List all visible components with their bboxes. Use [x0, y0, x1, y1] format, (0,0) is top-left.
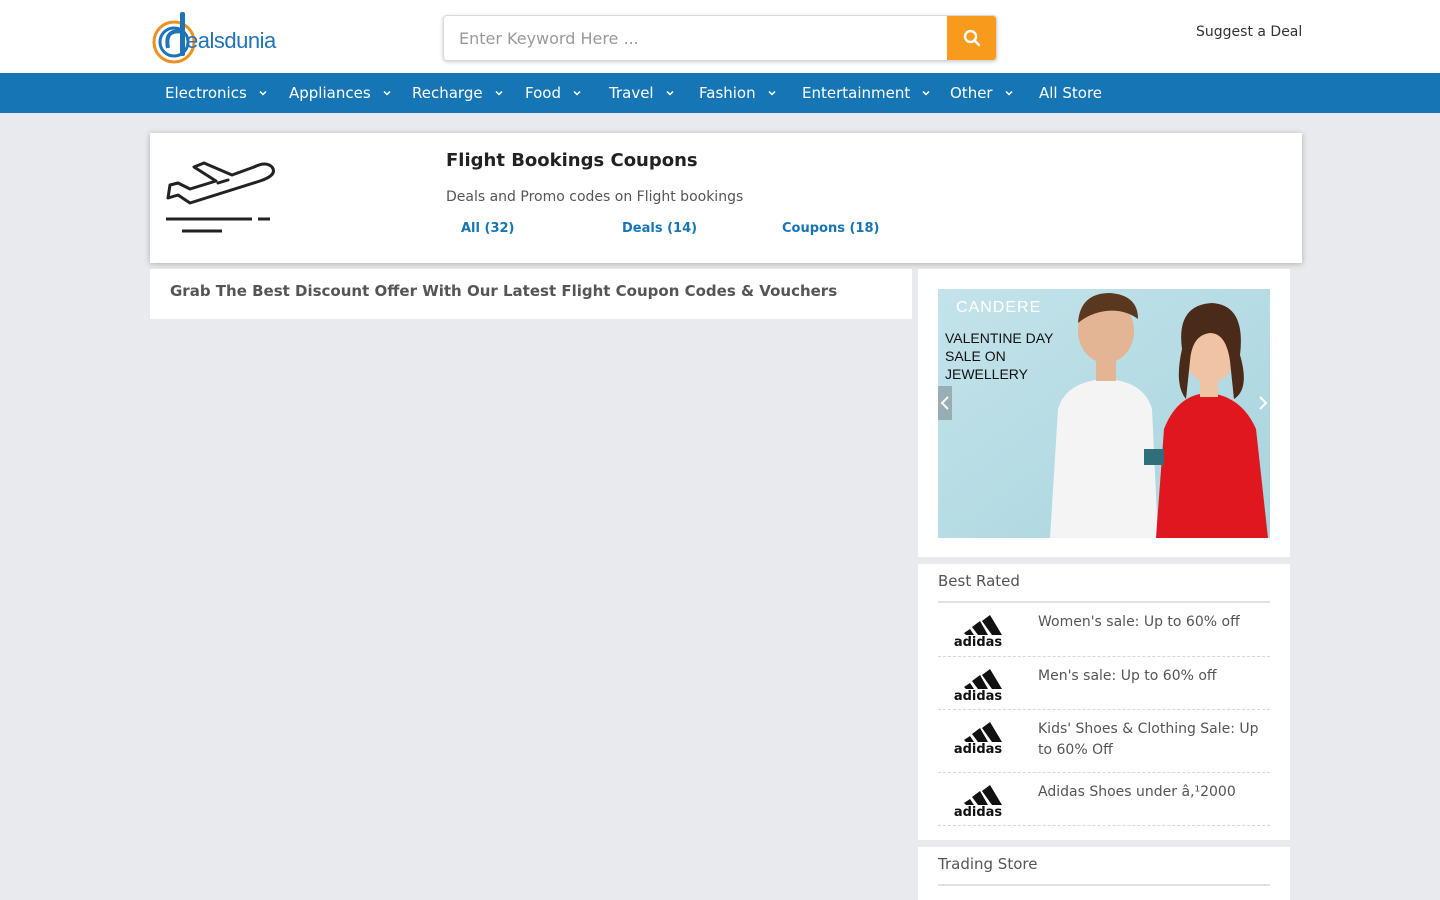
- trading-store-title: Trading Store: [938, 855, 1038, 873]
- nav-item-appliances[interactable]: Appliances: [289, 73, 393, 113]
- nav-item-label: All Store: [1039, 84, 1103, 102]
- adidas-logo-icon: adidas: [954, 669, 1003, 701]
- chevron-left-icon: [940, 396, 949, 410]
- logo-wordmark-text: ealsdunia: [186, 28, 276, 53]
- chevron-right-icon: [1259, 396, 1268, 410]
- best-rated-item[interactable]: adidas Men's sale: Up to 60% off: [938, 657, 1270, 710]
- search-input[interactable]: [444, 16, 948, 60]
- slider-brand-name: CANDERE: [956, 299, 1042, 316]
- search-icon: [963, 29, 981, 47]
- nav-item-label: Recharge: [412, 84, 483, 102]
- slider-caption: VALENTINE DAY SALE ON JEWELLERY: [945, 330, 1054, 382]
- nav-item-electronics[interactable]: Electronics: [165, 73, 269, 113]
- best-rated-item-text: Men's sale: Up to 60% off: [1038, 668, 1217, 684]
- nav-item-fashion[interactable]: Fashion: [699, 73, 778, 113]
- adidas-logo-icon: adidas: [954, 615, 1003, 647]
- chevron-down-icon: [768, 90, 776, 96]
- adidas-logo-icon: adidas: [954, 785, 1003, 817]
- nav-item-all-store[interactable]: All Store: [1039, 73, 1102, 113]
- offers-heading-box: Grab The Best Discount Offer With Our La…: [150, 269, 912, 319]
- nav-item-label: Travel: [609, 84, 654, 102]
- promo-banner-image: [938, 289, 1270, 538]
- nav-item-label: Electronics: [165, 84, 247, 102]
- best-rated-card: Best Rated adidas Women's sale: Up to 60…: [918, 564, 1290, 840]
- nav-item-label: Entertainment: [802, 84, 911, 102]
- main-nav: Electronics Appliances Recharge Food Tra…: [0, 73, 1440, 113]
- nav-item-label: Food: [525, 84, 561, 102]
- promo-slider[interactable]: CANDERE VALENTINE DAY SALE ON JEWELLERY: [938, 289, 1270, 538]
- best-rated-item[interactable]: adidas Women's sale: Up to 60% off: [938, 603, 1270, 657]
- airplane-takeoff-icon: [166, 161, 275, 233]
- search-button[interactable]: [947, 16, 996, 60]
- best-rated-title: Best Rated: [938, 572, 1020, 590]
- svg-text:adidas: adidas: [954, 689, 1003, 701]
- search-bar: [443, 15, 997, 61]
- best-rated-item-text: Kids' Shoes & Clothing Sale: Up to 60% O…: [1038, 721, 1259, 758]
- category-title: Flight Bookings Coupons: [446, 150, 698, 171]
- nav-item-recharge[interactable]: Recharge: [412, 73, 505, 113]
- divider: [938, 884, 1270, 886]
- slider-next-button[interactable]: [1256, 386, 1270, 420]
- suggest-deal-link[interactable]: Suggest a Deal: [1196, 24, 1302, 40]
- chevron-down-icon: [666, 90, 674, 96]
- tab-deals[interactable]: Deals (14): [622, 221, 697, 236]
- nav-item-other[interactable]: Other: [950, 73, 1015, 113]
- chevron-down-icon: [922, 90, 930, 96]
- adidas-logo-icon: adidas: [954, 722, 1003, 754]
- header: ealsdunia Suggest a Deal: [0, 0, 1440, 73]
- svg-text:adidas: adidas: [954, 635, 1003, 647]
- best-rated-item-text: Adidas Shoes under â‚¹2000: [1038, 784, 1236, 800]
- svg-text:adidas: adidas: [954, 805, 1003, 817]
- logo-wordmark: ealsdunia: [186, 28, 276, 54]
- chevron-down-icon: [383, 90, 391, 96]
- chevron-down-icon: [495, 90, 503, 96]
- nav-item-label: Appliances: [289, 84, 371, 102]
- tab-coupons[interactable]: Coupons (18): [782, 221, 879, 236]
- tab-all[interactable]: All (32): [461, 221, 514, 236]
- nav-item-label: Fashion: [699, 84, 756, 102]
- best-rated-item[interactable]: adidas Adidas Shoes under â‚¹2000: [938, 773, 1270, 826]
- category-description: Deals and Promo codes on Flight bookings: [446, 189, 744, 205]
- svg-text:adidas: adidas: [954, 742, 1003, 754]
- promo-slider-card: CANDERE VALENTINE DAY SALE ON JEWELLERY: [918, 269, 1290, 557]
- offers-heading: Grab The Best Discount Offer With Our La…: [170, 282, 838, 300]
- nav-item-label: Other: [950, 84, 993, 102]
- best-rated-item-text: Women's sale: Up to 60% off: [1038, 614, 1240, 630]
- best-rated-item[interactable]: adidas Kids' Shoes & Clothing Sale: Up t…: [938, 710, 1270, 773]
- chevron-down-icon: [259, 90, 267, 96]
- category-header-card: Flight Bookings Coupons Deals and Promo …: [150, 133, 1302, 263]
- nav-item-food[interactable]: Food: [525, 73, 583, 113]
- chevron-down-icon: [1005, 90, 1013, 96]
- slider-prev-button[interactable]: [938, 386, 952, 420]
- nav-item-entertainment[interactable]: Entertainment: [802, 73, 932, 113]
- trading-store-card: Trading Store: [918, 847, 1290, 900]
- chevron-down-icon: [573, 90, 581, 96]
- nav-item-travel[interactable]: Travel: [609, 73, 676, 113]
